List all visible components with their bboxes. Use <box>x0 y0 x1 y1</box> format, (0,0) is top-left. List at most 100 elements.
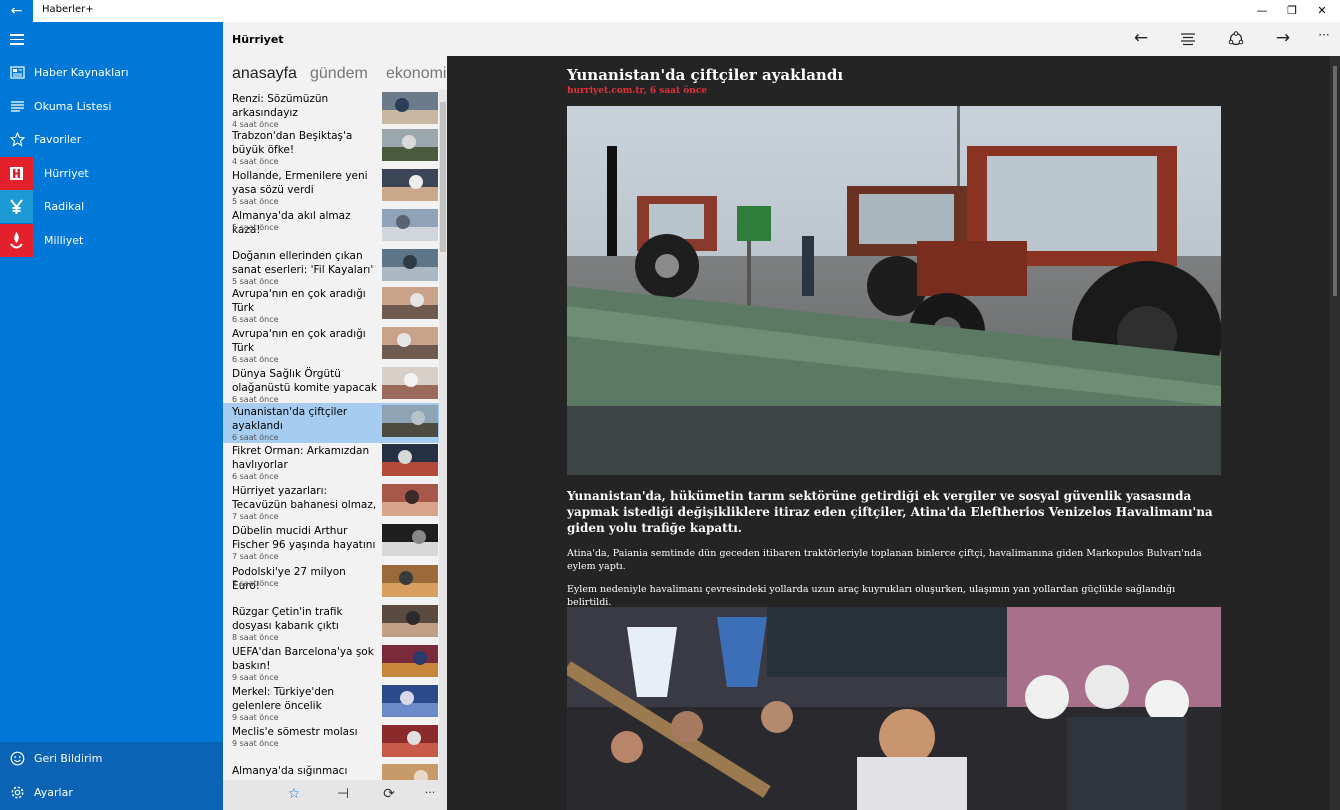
list-item-thumbnail <box>382 287 438 319</box>
list-item-time: 8 saat önce <box>232 633 279 642</box>
list-item[interactable]: UEFA'dan Barcelona'ya şok baskın! 9 saat … <box>223 643 439 683</box>
list-scrollbar-thumb[interactable] <box>440 102 446 252</box>
sidebar-item-label: Milliyet <box>44 234 84 247</box>
list-item[interactable]: Merkel: Türkiye'den gelenlere öncelik ta… <box>223 683 439 723</box>
list-item-time: 7 saat önce <box>232 552 279 561</box>
list-item[interactable]: Fikret Orman: Arkamızdan havlıyorlar 6 sa… <box>223 442 439 482</box>
hamburger-icon[interactable] <box>10 34 24 45</box>
list-item-thumbnail <box>382 605 438 637</box>
list-scrollbar[interactable] <box>439 90 447 780</box>
more-button[interactable]: ··· <box>1312 28 1336 50</box>
list-item-time: 5 saat önce <box>232 223 279 232</box>
share-button[interactable] <box>1224 28 1248 50</box>
sidebar-item-label: Radikal <box>44 200 85 213</box>
sidebar-item-favoriler[interactable]: Favoriler <box>0 123 223 156</box>
list-item-title: Doğanın ellerinden çıkan sanat eserleri:… <box>232 250 374 276</box>
list-item[interactable]: Avrupa'nın en çok aradığı Türk 6 saat önc… <box>223 325 439 365</box>
list-item[interactable]: Almanya'da akıl almaz kaza! 5 saat önce <box>223 207 439 247</box>
list-item[interactable]: Meclis'e sömestr molası 9 saat önce <box>223 723 439 763</box>
list-item-thumbnail <box>382 405 438 437</box>
list-item[interactable]: Renzi: Sözümüzün arkasındayız 4 saat önce <box>223 90 439 130</box>
list-item-thumbnail <box>382 645 438 677</box>
list-more-button[interactable]: ··· <box>420 786 440 804</box>
tab-gundem[interactable]: gündem <box>310 65 368 83</box>
list-item-title: UEFA'dan Barcelona'ya şok baskın! <box>232 646 374 672</box>
list-item-thumbnail <box>382 565 438 597</box>
list-item-title: Rüzgar Çetin'in trafik dosyası kabarık ç… <box>232 606 343 632</box>
list-item-time: 6 saat önce <box>232 355 279 364</box>
list-item-thumbnail <box>382 209 438 241</box>
title-bar: ← Haberler+ — ❐ ✕ <box>0 0 1340 22</box>
list-item-thumbnail <box>382 685 438 717</box>
favorite-button[interactable]: ☆ <box>284 786 304 804</box>
list-item[interactable]: Dübelin mucidi Arthur Fischer 96 yaşında… <box>223 522 439 562</box>
list-item[interactable]: Doğanın ellerinden çıkan sanat eserleri:… <box>223 247 439 287</box>
list-item[interactable]: Dünya Sağlık Örgütü olağanüstü komite ya… <box>223 365 439 405</box>
tab-anasayfa[interactable]: anasayfa <box>232 65 297 83</box>
list-item-thumbnail <box>382 764 438 780</box>
article-paragraph: Eylem nedeniyle havalimanı çevresindeki … <box>567 584 1176 608</box>
list-item-title: Meclis'e sömestr molası <box>232 726 358 738</box>
list-item-time: 7 saat önce <box>232 579 279 588</box>
list-item[interactable]: Hürriyet yazarları: Tecavüzün bahanesi o… <box>223 482 439 522</box>
article-photo-protest <box>567 607 1221 810</box>
reader-scrollbar-thumb[interactable] <box>1333 66 1337 296</box>
article-list-pane: Hürriyet anasayfa gündem ekonomi Renzi: … <box>223 22 447 810</box>
sidebar-item-okuma-listesi[interactable]: Okuma Listesi <box>0 90 223 123</box>
article-lead: Yunanistan'da, hükümetin tarım sektörüne… <box>567 489 1213 535</box>
window-back-button[interactable]: ← <box>0 0 33 22</box>
list-item-title: Dübelin mucidi Arthur Fischer 96 yaşında… <box>232 525 376 551</box>
star-icon <box>10 132 25 147</box>
list-item-thumbnail <box>382 92 438 124</box>
list-item-title: Renzi: Sözümüzün arkasındayız <box>232 93 329 119</box>
sidebar: Haber Kaynakları Okuma Listesi Favoriler… <box>0 22 223 810</box>
list-item[interactable]: Trabzon'dan Beşiktaş'a büyük öfke! 4 saat… <box>223 127 439 167</box>
previous-article-button[interactable]: ← <box>1129 28 1153 50</box>
article-photo-tractors <box>567 106 1221 475</box>
list-item-title: Dünya Sağlık Örgütü olağanüstü komite ya… <box>232 368 377 394</box>
reading-mode-button[interactable] <box>1176 28 1200 50</box>
list-item-time: 6 saat önce <box>232 433 279 442</box>
window-title: Haberler+ <box>42 4 94 15</box>
list-item[interactable]: Rüzgar Çetin'in trafik dosyası kabarık ç… <box>223 603 439 643</box>
list-item-title: Avrupa'nın en çok aradığı Türk <box>232 328 366 354</box>
news-sources-icon <box>10 66 25 79</box>
gear-icon <box>11 786 24 799</box>
list-item[interactable]: Hollande, Ermenilere yeni yasa sözü verd… <box>223 167 439 207</box>
sidebar-item-hurriyet[interactable]: Hürriyet <box>0 157 223 190</box>
sidebar-item-label: Okuma Listesi <box>34 100 112 113</box>
article-meta[interactable]: hurriyet.com.tr, 6 saat önce <box>567 86 707 96</box>
list-item-thumbnail <box>382 725 438 757</box>
list-item-title: Avrupa'nın en çok aradığı Türk <box>232 288 366 314</box>
list-item-title: Fikret Orman: Arkamızdan havlıyorlar <box>232 445 370 471</box>
list-item-thumbnail <box>382 129 438 161</box>
list-item-title: Almanya'da sığınmacı vurduna <box>232 765 348 780</box>
list-item-title: Hollande, Ermenilere yeni yasa sözü verd… <box>232 170 368 196</box>
list-item-thumbnail <box>382 169 438 201</box>
sidebar-item-label: Geri Bildirim <box>34 752 103 765</box>
sidebar-item-geri-bildirim[interactable]: Geri Bildirim <box>0 742 223 775</box>
list-footer-toolbar: ☆ ⊣ ⟳ ··· <box>223 780 447 810</box>
list-item[interactable]: Avrupa'nın en çok aradığı Türk 6 saat önc… <box>223 285 439 325</box>
next-article-button[interactable]: → <box>1271 28 1295 50</box>
sidebar-item-label: Ayarlar <box>34 786 73 799</box>
list-item[interactable]: Yunanistan'da çiftçiler ayaklandı 6 saat … <box>223 403 439 443</box>
refresh-button[interactable]: ⟳ <box>379 786 399 804</box>
list-item[interactable]: Almanya'da sığınmacı vurduna <box>223 762 439 780</box>
article-title: Yunanistan'da çiftçiler ayaklandı <box>567 66 844 84</box>
close-button[interactable]: ✕ <box>1304 0 1340 22</box>
source-title: Hürriyet <box>232 33 284 46</box>
list-item-time: 7 saat önce <box>232 512 279 521</box>
reader-scrollbar[interactable] <box>1330 56 1340 810</box>
pin-button[interactable]: ⊣ <box>333 786 353 804</box>
sidebar-item-ayarlar[interactable]: Ayarlar <box>0 776 223 809</box>
sidebar-item-haber-kaynaklari[interactable]: Haber Kaynakları <box>0 56 223 89</box>
reading-mode-icon <box>1181 33 1195 46</box>
tab-ekonomi[interactable]: ekonomi <box>386 65 446 83</box>
sidebar-item-milliyet[interactable]: Milliyet <box>0 224 223 257</box>
list-item[interactable]: Podolski'ye 27 milyon Euro! 7 saat önce <box>223 563 439 603</box>
sidebar-item-radikal[interactable]: Radikal <box>0 190 223 223</box>
radikal-logo-icon <box>0 190 33 223</box>
smiley-icon <box>10 751 25 766</box>
list-item-time: 6 saat önce <box>232 472 279 481</box>
